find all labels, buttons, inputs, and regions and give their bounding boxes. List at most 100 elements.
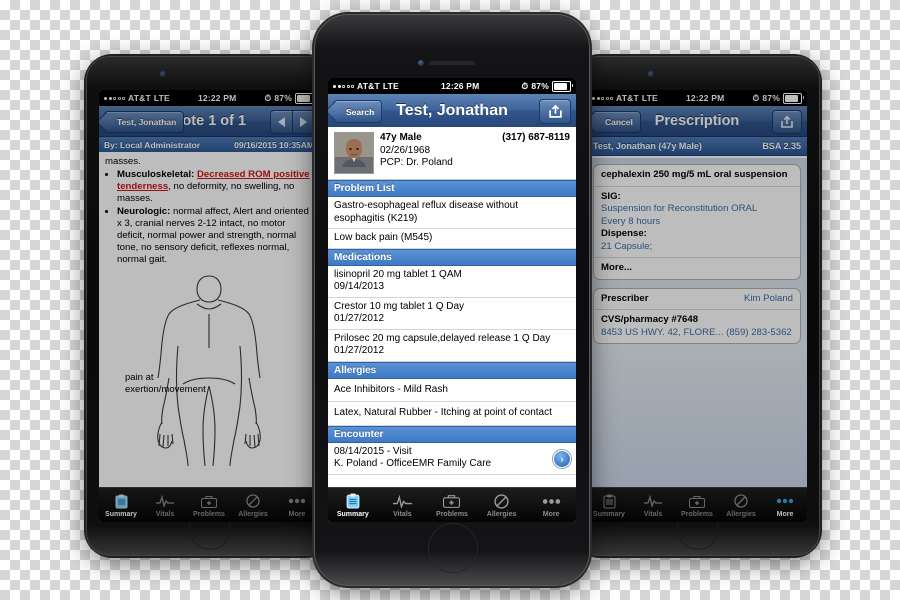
chevron-right-icon[interactable]: › — [553, 450, 571, 468]
row-line-2: 01/27/2012 — [334, 345, 385, 356]
row-line-1: lisinopril 20 mg tablet 1 QAM — [334, 268, 462, 280]
pharmacy-row[interactable]: CVS/pharmacy #7648 8453 US HWY. 42, FLOR… — [594, 310, 800, 343]
tab-label: More — [776, 510, 794, 518]
section-header-encounter: Encounter — [328, 425, 576, 443]
front-camera-icon — [648, 71, 654, 77]
prescription-card[interactable]: cephalexin 250 mg/5 mL oral suspension S… — [593, 164, 801, 280]
earpiece-speaker — [181, 72, 237, 76]
tab-more[interactable]: More — [763, 493, 807, 518]
tab-summary[interactable]: Summary — [587, 493, 631, 518]
tab-label: More — [288, 510, 306, 518]
no-entry-icon — [246, 493, 260, 510]
battery-percent-label: 87% — [531, 81, 549, 91]
share-icon — [548, 104, 562, 118]
heartbeat-icon — [644, 493, 662, 510]
note-text: masses. Musculoskeletal: Decreased ROM p… — [99, 152, 319, 266]
drug-name-row: cephalexin 250 mg/5 mL oral suspension — [594, 165, 800, 187]
cancel-button[interactable]: Cancel — [592, 111, 641, 133]
battery-icon — [295, 92, 316, 104]
clipboard-icon — [346, 493, 360, 510]
phone-right: AT&T LTE 12:22 PM ⏱ 87% Cancel Prescript… — [574, 56, 820, 556]
body-diagram[interactable]: pain at exertion/movement — [99, 268, 319, 468]
triangle-left-icon — [278, 117, 285, 127]
more-row[interactable]: More... — [594, 258, 800, 279]
clipboard-icon — [115, 493, 128, 510]
table-row[interactable]: Crestor 10 mg tablet 1 Q Day 01/27/2012 — [328, 297, 576, 330]
section-header-medications: Medications — [328, 248, 576, 266]
signal-strength-icon — [592, 96, 613, 100]
list-item: Neurologic: normal affect, Alert and ori… — [117, 206, 313, 266]
note-body[interactable]: masses. Musculoskeletal: Decreased ROM p… — [99, 152, 319, 488]
patient-summary-label: Test, Jonathan (47y Male) — [593, 141, 702, 151]
page-title: Prescription — [654, 113, 740, 129]
tab-label: Summary — [105, 510, 137, 518]
dispense-value: 21 Capsule; — [601, 240, 653, 252]
share-button[interactable] — [539, 99, 571, 124]
tab-allergies[interactable]: Allergies — [719, 493, 763, 518]
next-note-button[interactable] — [292, 110, 315, 134]
more-link[interactable]: More... — [601, 262, 632, 273]
clock-label: 12:22 PM — [685, 93, 725, 103]
tab-problems[interactable]: Problems — [427, 493, 477, 518]
home-button[interactable] — [428, 523, 478, 573]
table-row[interactable]: Gastro-esophageal reflux disease without… — [328, 197, 576, 229]
ellipsis-icon — [542, 493, 561, 510]
note-lead: masses. — [105, 156, 141, 167]
note-list: Musculoskeletal: Decreased ROM positive … — [105, 169, 313, 266]
patient-phone[interactable]: (317) 687-8119 — [502, 132, 570, 174]
ellipsis-icon — [776, 493, 794, 510]
tab-allergies[interactable]: Allergies — [231, 493, 275, 518]
row-line-1: Ace Inhibitors - Mild Rash — [334, 383, 448, 395]
carrier-label: AT&T — [357, 81, 380, 91]
table-row[interactable]: 08/14/2015 - Visit K. Poland - OfficeEMR… — [328, 442, 576, 475]
sig-line-2: Every 8 hours — [601, 215, 661, 227]
tab-label: Problems — [436, 510, 468, 518]
share-button[interactable] — [772, 110, 802, 134]
tab-problems[interactable]: Problems — [675, 493, 719, 518]
table-row[interactable]: Ace Inhibitors - Mild Rash — [328, 378, 576, 402]
drug-name: cephalexin 250 mg/5 mL oral suspension — [601, 169, 788, 180]
row-line-2: 09/14/2013 — [334, 281, 385, 292]
row-line-1: Latex, Natural Rubber - Itching at point… — [334, 407, 552, 418]
tab-allergies[interactable]: Allergies — [477, 493, 527, 518]
prescription-body[interactable]: cephalexin 250 mg/5 mL oral suspension S… — [587, 158, 807, 488]
prev-note-button[interactable] — [270, 110, 292, 134]
search-back-button[interactable]: Search — [333, 100, 383, 123]
battery-percent-label: 87% — [274, 93, 292, 103]
sig-label: SIG: — [601, 190, 621, 202]
summary-body[interactable]: 47y Male 02/26/1968 PCP: Dr. Poland (317… — [328, 127, 576, 488]
alarm-icon: ⏱ — [752, 92, 760, 103]
heartbeat-icon — [156, 493, 174, 510]
row-line-1: Low back pain (M545) — [334, 232, 433, 243]
pharmacy-card[interactable]: Prescriber Kim Poland CVS/pharmacy #7648… — [593, 287, 801, 344]
list-item: Musculoskeletal: Decreased ROM positive … — [117, 169, 313, 205]
center-nav-bar: Search Test, Jonathan — [328, 94, 576, 128]
note-pager[interactable] — [270, 110, 315, 134]
patient-header[interactable]: 47y Male 02/26/1968 PCP: Dr. Poland (317… — [328, 127, 576, 180]
pharmacy-address: 8453 US HWY. 42, FLORE... — [601, 326, 724, 338]
table-row[interactable]: Latex, Natural Rubber - Itching at point… — [328, 402, 576, 426]
body-annotation-line2: exertion/movement — [125, 384, 206, 395]
patient-photo — [335, 133, 373, 173]
alarm-icon: ⏱ — [521, 80, 529, 91]
battery-percent-label: 87% — [762, 93, 780, 103]
tab-vitals[interactable]: Vitals — [378, 493, 428, 518]
network-label: LTE — [641, 93, 658, 103]
right-tab-bar: Summary Vitals Problems Allergies More — [587, 487, 807, 522]
tab-summary[interactable]: Summary — [328, 493, 378, 518]
left-nav-bar: Test, Jonathan Note 1 of 1 — [99, 106, 319, 137]
table-row[interactable]: Low back pain (M545) — [328, 229, 576, 249]
status-bar: AT&T LTE 12:22 PM ⏱ 87% — [587, 90, 807, 106]
patient-dob: 02/26/1968 — [380, 144, 431, 156]
table-row[interactable]: lisinopril 20 mg tablet 1 QAM 09/14/2013 — [328, 265, 576, 298]
table-row[interactable]: Prilosec 20 mg capsule,delayed release 1… — [328, 329, 576, 362]
note-author: By: Local Administrator — [104, 140, 201, 150]
prescriber-row[interactable]: Prescriber Kim Poland — [594, 289, 800, 310]
tab-summary[interactable]: Summary — [99, 493, 143, 518]
back-button[interactable]: Test, Jonathan — [104, 111, 185, 133]
tab-vitals[interactable]: Vitals — [143, 493, 187, 518]
tab-problems[interactable]: Problems — [187, 493, 231, 518]
tab-vitals[interactable]: Vitals — [631, 493, 675, 518]
tab-more[interactable]: More — [275, 493, 319, 518]
tab-more[interactable]: More — [526, 493, 576, 518]
